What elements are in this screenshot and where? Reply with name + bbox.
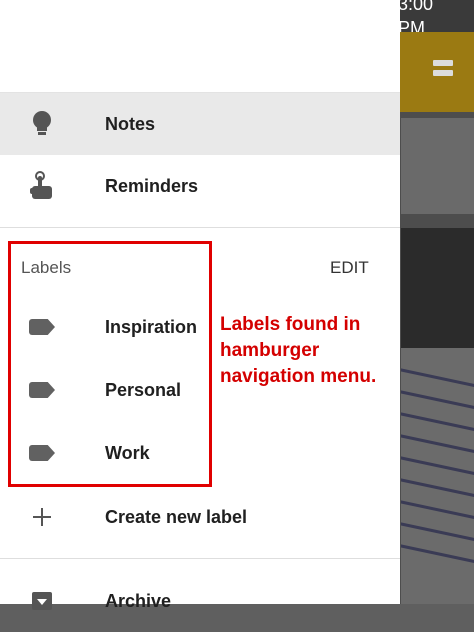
divider [0, 227, 400, 228]
drawer-item-label: Notes [105, 113, 156, 134]
archive-label: Archive [105, 590, 172, 611]
annotation-highlight-box [8, 241, 212, 487]
annotation-line: Labels found in [220, 314, 361, 335]
note-card [401, 118, 474, 214]
drawer-item-notes[interactable]: Notes [0, 93, 400, 155]
create-new-label-button[interactable]: Create new label [0, 486, 400, 548]
annotation-line: hamburger [220, 340, 320, 361]
lightbulb-icon [28, 110, 56, 138]
navigation-drawer: Notes Reminders Labels EDIT Inspiration … [0, 0, 400, 611]
drawer-item-reminders[interactable]: Reminders [0, 155, 400, 217]
plus-icon [28, 503, 56, 531]
archive-icon [28, 587, 56, 615]
note-image [401, 228, 474, 604]
edit-labels-button[interactable]: EDIT [330, 258, 369, 278]
view-toggle-icon[interactable] [433, 60, 453, 76]
drawer-item-label: Reminders [105, 175, 199, 196]
divider [0, 558, 400, 559]
create-label-text: Create new label [105, 506, 248, 527]
annotation-line: navigation menu. [220, 366, 377, 387]
reminder-finger-icon [28, 171, 56, 200]
annotation-text: Labels found in hamburger navigation men… [220, 312, 390, 390]
drawer-header [0, 0, 400, 93]
drawer-item-archive[interactable]: Archive [0, 570, 400, 632]
